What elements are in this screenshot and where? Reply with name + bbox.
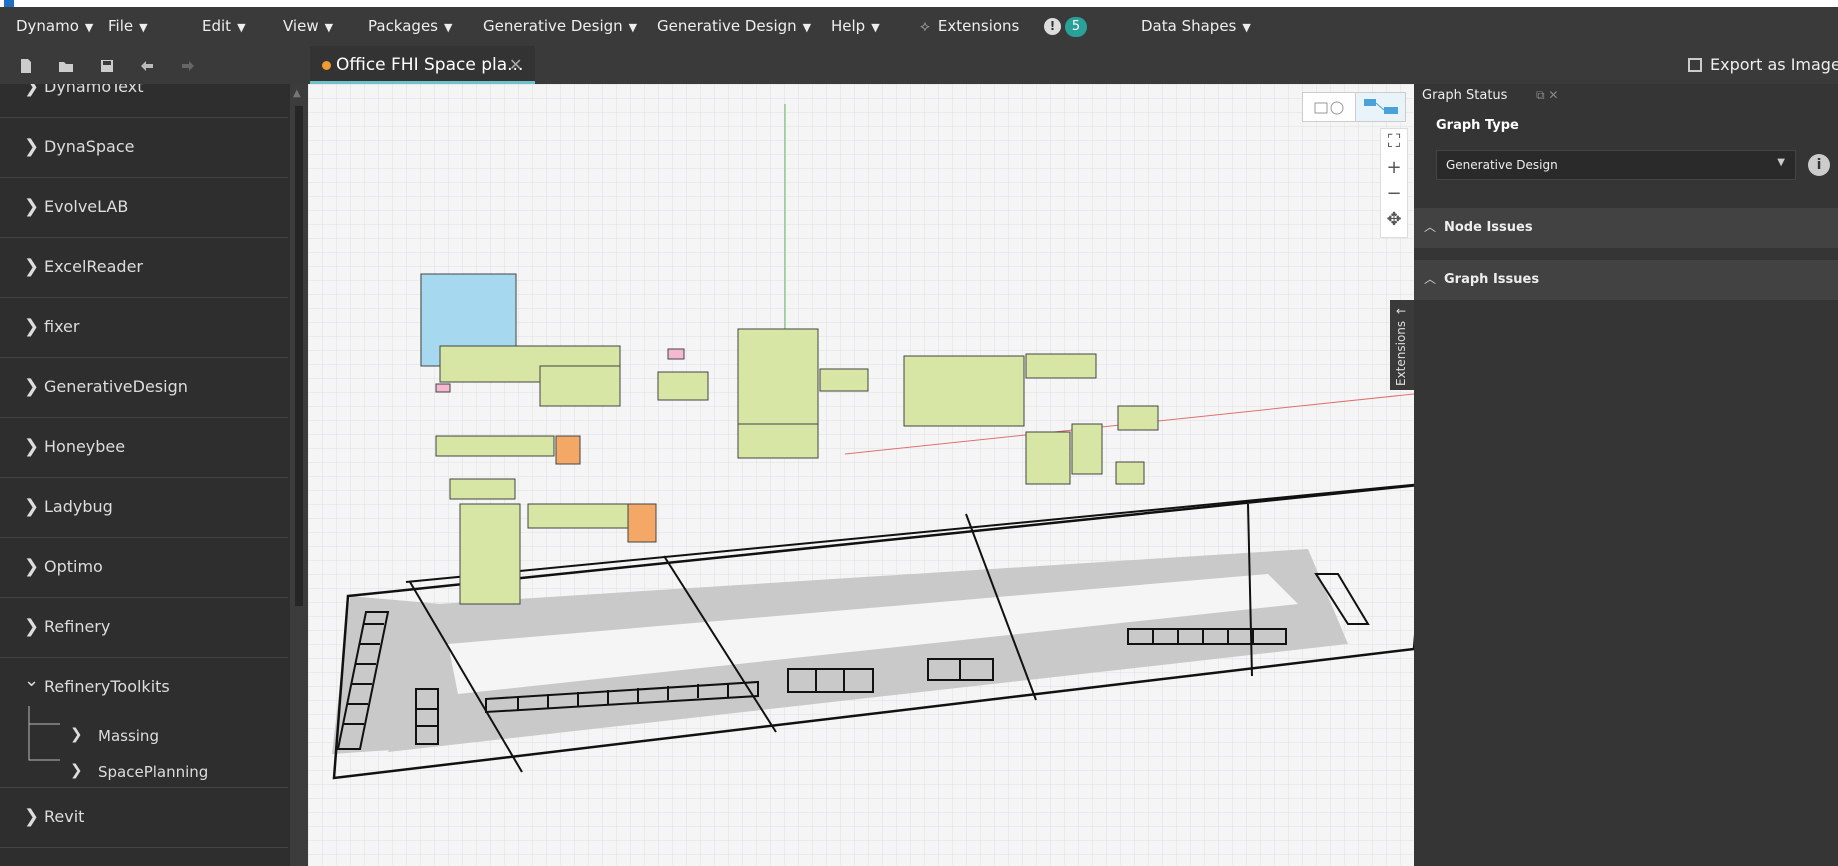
tree-lines xyxy=(28,706,60,761)
node-group-16 xyxy=(1115,461,1145,485)
library-item-honeybee[interactable]: ❯ Honeybee xyxy=(0,418,288,478)
graph-type-select[interactable]: Generative Design ▼ xyxy=(1436,150,1796,180)
extensions-icon: ⟡ xyxy=(920,17,930,35)
fit-view-icon[interactable]: ⛶ xyxy=(1381,129,1407,155)
node-group-6 xyxy=(527,503,629,529)
node-issues-section[interactable]: ︿ Node Issues xyxy=(1414,208,1838,248)
extensions-tab-label: Extensions xyxy=(1394,320,1408,386)
chevron-up-icon: ︿ xyxy=(1424,272,1437,286)
graph-canvas[interactable] xyxy=(308,84,1414,866)
scrollbar-thumb[interactable] xyxy=(295,106,303,606)
background-preview-icon[interactable] xyxy=(1313,99,1349,117)
graph-status-panel: Graph Status ⧉ ✕ Graph Type Generative D… xyxy=(1414,84,1838,866)
menu-data-shapes[interactable]: Data Shapes ▼ xyxy=(1141,7,1251,46)
node-group-5 xyxy=(459,503,521,605)
library-item-generativedesign[interactable]: ❯ GenerativeDesign xyxy=(0,358,288,418)
zoom-controls: ⛶ + − ✥ xyxy=(1380,128,1408,238)
node-pink-2 xyxy=(435,383,451,393)
zoom-out-icon[interactable]: − xyxy=(1381,181,1407,207)
new-file-icon[interactable] xyxy=(18,58,34,74)
grid-floor xyxy=(308,84,1414,866)
library-item-excelreader[interactable]: ❯ ExcelReader xyxy=(0,238,288,298)
library-item-fixer[interactable]: ❯ fixer xyxy=(0,298,288,358)
node-group-4 xyxy=(449,478,516,500)
node-group-3 xyxy=(435,435,555,457)
node-group-9 xyxy=(737,423,819,459)
arrow-left-icon: ← xyxy=(1396,304,1407,318)
node-group-8 xyxy=(737,328,819,440)
export-as-image-button[interactable]: Export as Image▼ xyxy=(1688,46,1838,84)
menu-dynamo[interactable]: Dynamo ▼ xyxy=(16,7,93,46)
tab-title: Office FHI Space pla... xyxy=(336,55,524,75)
pan-icon[interactable]: ✥ xyxy=(1381,207,1407,233)
node-group-7 xyxy=(657,371,709,401)
node-group-2 xyxy=(539,365,621,407)
window-titlebar xyxy=(0,0,1838,7)
library-item-dynamotext[interactable]: ❯ DynamoText xyxy=(0,84,288,118)
open-folder-icon[interactable] xyxy=(58,58,74,74)
node-group-12 xyxy=(1025,353,1097,379)
unsaved-dot xyxy=(322,61,331,70)
library-sidebar: ❯ DynamoText ❯ DynaSpace ❯ EvolveLAB ❯ Excel… xyxy=(0,84,290,866)
menu-generative-design-2[interactable]: Generative Design ▼ xyxy=(657,7,811,46)
notification-badge[interactable]: 5 xyxy=(1065,17,1087,37)
zoom-in-icon[interactable]: + xyxy=(1381,155,1407,181)
info-icon[interactable]: i xyxy=(1808,154,1830,176)
menu-help[interactable]: Help ▼ xyxy=(831,7,880,46)
node-group-10 xyxy=(819,368,869,392)
library-item-evolvelab[interactable]: ❯ EvolveLAB xyxy=(0,178,288,238)
node-group-15 xyxy=(1117,405,1159,431)
menu-file[interactable]: File ▼ xyxy=(108,7,148,46)
panel-controls[interactable]: ⧉ ✕ xyxy=(1536,88,1558,103)
chevron-up-icon: ︿ xyxy=(1424,220,1437,234)
node-group-14 xyxy=(1071,423,1103,475)
node-group-11 xyxy=(903,355,1025,427)
save-icon[interactable] xyxy=(99,58,115,74)
graph-issues-section[interactable]: ︿ Graph Issues xyxy=(1414,260,1838,300)
menu-edit[interactable]: Edit ▼ xyxy=(202,7,246,46)
library-item-revit[interactable]: ❯ Revit xyxy=(0,788,288,848)
graph-view-icon[interactable] xyxy=(1355,93,1405,121)
menu-view[interactable]: View ▼ xyxy=(283,7,333,46)
extensions-side-tab[interactable]: ← Extensions xyxy=(1390,300,1414,390)
node-pink-1 xyxy=(667,348,685,360)
chevron-down-icon: ▼ xyxy=(1777,157,1785,168)
undo-icon[interactable] xyxy=(139,58,155,74)
background-3d-preview xyxy=(308,84,1414,866)
library-item-ladybug[interactable]: ❯ Ladybug xyxy=(0,478,288,538)
image-icon xyxy=(1688,58,1702,72)
node-group-orange-1 xyxy=(555,435,581,465)
library-item-refinery[interactable]: ❯ Refinery xyxy=(0,598,288,658)
graph-type-label: Graph Type xyxy=(1436,118,1519,133)
redo-icon[interactable] xyxy=(180,58,196,74)
view-toggle xyxy=(1302,92,1406,122)
menu-extensions[interactable]: ⟡ Extensions xyxy=(920,7,1019,46)
close-icon[interactable]: ✕ xyxy=(509,55,522,74)
library-item-dynaspace[interactable]: ❯ DynaSpace xyxy=(0,118,288,178)
library-item-optimo[interactable]: ❯ Optimo xyxy=(0,538,288,598)
menu-generative-design[interactable]: Generative Design ▼ xyxy=(483,7,637,46)
alert-icon[interactable]: ! xyxy=(1044,18,1061,35)
tab-workspace[interactable]: Office FHI Space pla... ✕ xyxy=(310,46,535,84)
scroll-up-icon[interactable]: ▲ xyxy=(293,88,301,99)
sidebar-scrollbar[interactable]: ▲ xyxy=(290,84,308,866)
toolbar xyxy=(0,46,1838,84)
node-group-13 xyxy=(1025,431,1071,485)
menubar: Dynamo ▼ File ▼ Edit ▼ View ▼ Packages ▼ Gene… xyxy=(0,7,1838,46)
panel-title: Graph Status xyxy=(1422,88,1508,103)
node-group-orange-2 xyxy=(627,503,657,543)
menu-packages[interactable]: Packages ▼ xyxy=(368,7,452,46)
app-icon xyxy=(4,0,14,7)
